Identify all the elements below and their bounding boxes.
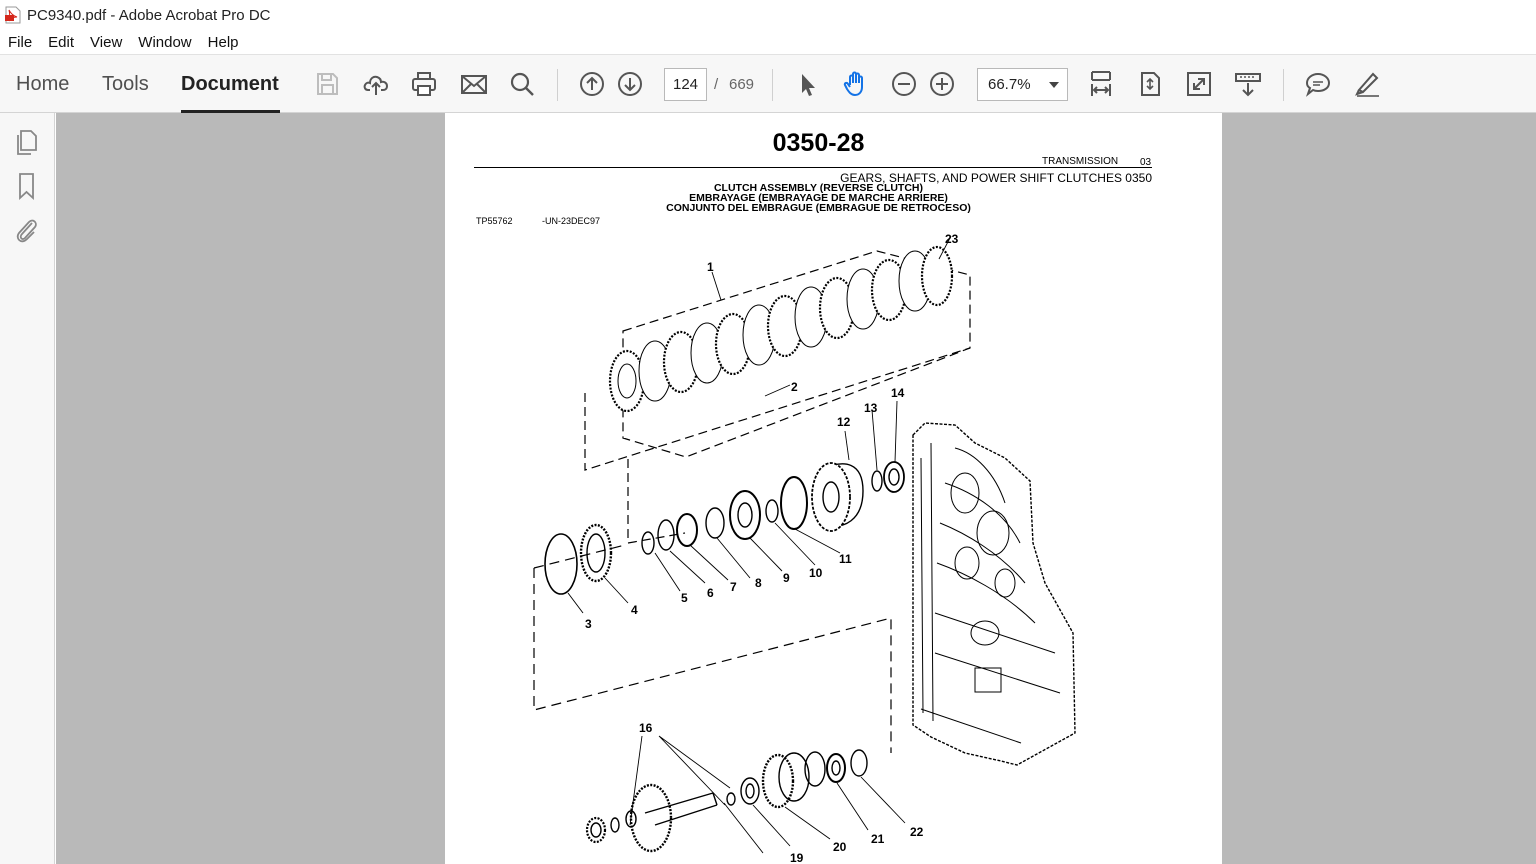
callout-23: 23 (945, 232, 959, 246)
input-gear (629, 783, 673, 853)
o-ring (780, 476, 808, 530)
page-thumbnails-icon[interactable] (12, 127, 42, 157)
tab-home[interactable]: Home (16, 73, 69, 96)
zoom-value: 66.7% (988, 76, 1031, 93)
upload-cloud-icon[interactable] (360, 68, 392, 100)
callout-1: 1 (707, 260, 714, 274)
tab-document[interactable]: Document (181, 73, 279, 96)
callout-21: 21 (871, 832, 885, 846)
page-number-input[interactable]: 124 (664, 68, 707, 101)
bearing (831, 760, 841, 776)
menu-help[interactable]: Help (208, 34, 239, 51)
highlight-pen-icon[interactable] (1351, 68, 1383, 100)
piston (737, 502, 753, 528)
fit-width-icon[interactable] (1085, 68, 1117, 100)
fit-page-icon[interactable] (1134, 68, 1166, 100)
seal (765, 499, 779, 523)
tab-tools[interactable]: Tools (102, 73, 149, 96)
callout-7: 7 (730, 580, 737, 594)
chevron-down-icon (1049, 82, 1059, 88)
email-icon[interactable] (458, 68, 490, 100)
zoom-in-icon[interactable] (926, 68, 958, 100)
piston (729, 490, 761, 540)
navigation-pane (0, 113, 55, 864)
seal-ring (871, 470, 883, 492)
menu-window[interactable]: Window (138, 34, 191, 51)
ring (705, 507, 725, 539)
full-screen-icon[interactable] (1183, 68, 1215, 100)
bearing (826, 753, 846, 783)
callout-9: 9 (783, 571, 790, 585)
bearing (590, 822, 602, 838)
bearing (888, 468, 900, 486)
spacer (745, 783, 755, 799)
bookmarks-icon[interactable] (12, 171, 42, 201)
spacer (740, 777, 760, 805)
page-down-icon[interactable] (614, 68, 646, 100)
clutch-plate (617, 363, 637, 399)
plate (586, 533, 606, 573)
page-total: 669 (729, 76, 755, 93)
document-viewport[interactable]: 0350-28 TRANSMISSION 03 GEARS, SHAFTS, A… (56, 113, 1536, 864)
callout-2: 2 (791, 380, 798, 394)
bearing (585, 816, 607, 844)
callout-14: 14 (891, 386, 905, 400)
toolbar-separator (1283, 69, 1284, 101)
callout-19: 19 (790, 851, 804, 864)
print-icon[interactable] (408, 68, 440, 100)
hand-tool-icon[interactable] (840, 68, 872, 100)
callout-13: 13 (864, 401, 878, 415)
toolbar-separator (772, 69, 773, 101)
ring (726, 792, 736, 806)
callout-5: 5 (681, 591, 688, 605)
callout-8: 8 (755, 576, 762, 590)
callout-22: 22 (910, 825, 924, 839)
zoom-dropdown[interactable]: 66.7% (977, 68, 1068, 101)
transmission-housing (912, 422, 1076, 766)
pdf-page: 0350-28 TRANSMISSION 03 GEARS, SHAFTS, A… (445, 113, 1222, 864)
exploded-parts-diagram: 23 1 2 3 4 5 6 7 8 9 10 11 12 13 14 16 1… (533, 232, 1076, 864)
window-title: PC9340.pdf - Adobe Acrobat Pro DC (27, 6, 271, 24)
spring (676, 513, 698, 547)
ring (641, 531, 655, 555)
ring (610, 817, 620, 833)
save-icon[interactable] (311, 68, 343, 100)
scrolling-mode-icon[interactable] (1232, 68, 1264, 100)
callout-12: 12 (837, 415, 851, 429)
bearing (883, 461, 905, 493)
page-up-icon[interactable] (576, 68, 608, 100)
select-cursor-icon[interactable] (791, 68, 823, 100)
menu-edit[interactable]: Edit (48, 34, 74, 51)
callout-4: 4 (631, 603, 638, 617)
callout-10: 10 (809, 566, 823, 580)
title-bar: PC9340.pdf - Adobe Acrobat Pro DC (0, 0, 1536, 30)
pdf-file-icon (5, 6, 21, 24)
clutch-drum (811, 462, 851, 532)
clutch-plate (920, 245, 954, 307)
middle-parts (544, 461, 905, 595)
zoom-out-icon[interactable] (888, 68, 920, 100)
toolbar-separator (557, 69, 558, 101)
menu-file[interactable]: File (8, 34, 32, 51)
menu-view[interactable]: View (90, 34, 122, 51)
page-separator: / (714, 76, 719, 93)
attachments-icon[interactable] (12, 215, 42, 245)
callout-20: 20 (833, 840, 847, 854)
snap-ring (850, 749, 868, 777)
main-toolbar: Home Tools Document 124 / 669 66.7% (0, 54, 1536, 113)
search-icon[interactable] (506, 68, 538, 100)
callout-16: 16 (639, 721, 653, 735)
callout-6: 6 (707, 586, 714, 600)
gear-shaft (644, 792, 718, 826)
callout-3: 3 (585, 617, 592, 631)
menu-bar: File Edit View Window Help (0, 30, 1536, 54)
comment-icon[interactable] (1302, 68, 1334, 100)
callout-11: 11 (839, 552, 852, 566)
